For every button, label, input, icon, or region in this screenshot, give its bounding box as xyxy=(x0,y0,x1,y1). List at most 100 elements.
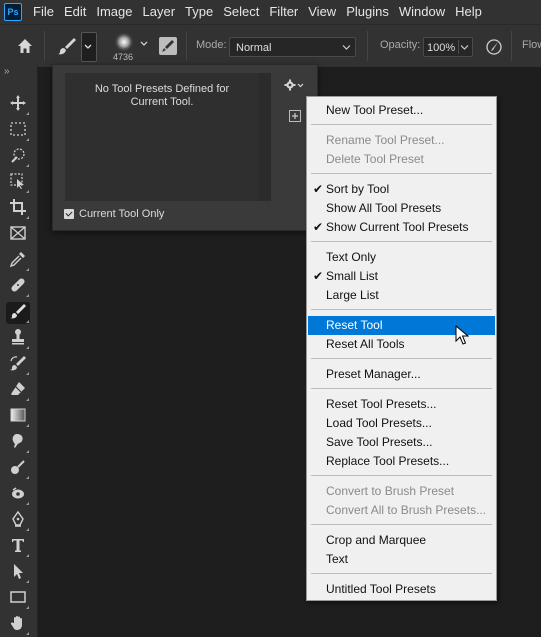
current-tool-only-label: Current Tool Only xyxy=(79,208,165,220)
rectangle-icon xyxy=(10,591,26,603)
presets-scrollbar[interactable] xyxy=(259,73,271,201)
options-bar: 4736 Mode: Normal Opacity: 100% Flow xyxy=(0,24,541,67)
eraser-tool[interactable] xyxy=(6,380,30,402)
tool-presets-context-menu: New Tool Preset... Rename Tool Preset...… xyxy=(306,96,497,601)
menu-filter[interactable]: Filter xyxy=(264,0,303,24)
menu-plugins[interactable]: Plugins xyxy=(341,0,394,24)
menu-item-new-tool-preset[interactable]: New Tool Preset... xyxy=(308,101,495,120)
menu-item-show-all-tool-presets[interactable]: Show All Tool Presets xyxy=(308,199,495,218)
menu-item-large-list[interactable]: Large List xyxy=(308,286,495,305)
checkmark-icon: ✔ xyxy=(313,220,324,234)
menu-separator xyxy=(311,475,492,476)
chevron-down-icon[interactable] xyxy=(139,40,149,48)
menu-separator xyxy=(311,573,492,574)
menu-item-text-only[interactable]: Text Only xyxy=(308,248,495,267)
gradient-tool[interactable] xyxy=(6,406,30,428)
frame-icon xyxy=(10,226,26,240)
menu-bar: Ps File Edit Image Layer Type Select Fil… xyxy=(0,0,541,24)
menu-help[interactable]: Help xyxy=(450,0,487,24)
tool-preset-brush-icon[interactable] xyxy=(56,35,78,57)
tool-presets-panel: No Tool Presets Defined for Current Tool… xyxy=(52,64,318,231)
pen-icon xyxy=(12,510,24,527)
move-icon xyxy=(10,95,26,111)
quick-select-icon xyxy=(11,148,25,163)
gradient-icon xyxy=(10,408,26,422)
brush-tool[interactable] xyxy=(6,302,30,324)
collapse-panel-icon[interactable]: » xyxy=(4,66,10,77)
opacity-label: Opacity: xyxy=(380,39,421,51)
divider xyxy=(44,31,45,61)
menu-item-show-current-tool-presets[interactable]: ✔ Show Current Tool Presets xyxy=(308,218,495,237)
flow-label: Flow xyxy=(522,39,541,51)
frame-tool[interactable] xyxy=(6,224,30,246)
checkmark-icon: ✔ xyxy=(313,182,324,196)
new-preset-icon[interactable] xyxy=(289,110,301,122)
move-tool[interactable] xyxy=(6,94,30,116)
menu-edit[interactable]: Edit xyxy=(59,0,91,24)
menu-item-reset-tool-presets[interactable]: Reset Tool Presets... xyxy=(308,395,495,414)
healing-brush-icon xyxy=(11,278,25,292)
rectangle-tool[interactable] xyxy=(6,588,30,610)
menu-item-replace-tool-presets[interactable]: Replace Tool Presets... xyxy=(308,452,495,471)
smudge-tool[interactable] xyxy=(6,432,30,454)
hand-tool[interactable] xyxy=(6,614,30,636)
menu-item-rename-tool-preset: Rename Tool Preset... xyxy=(326,133,445,147)
menu-item-crop-and-marquee[interactable]: Crop and Marquee xyxy=(308,531,495,550)
pressure-opacity-icon[interactable] xyxy=(485,38,503,56)
menu-item-sort-by-tool[interactable]: ✔ Sort by Tool xyxy=(308,180,495,199)
panel-menu-button[interactable] xyxy=(283,77,305,93)
menu-separator xyxy=(311,309,492,310)
brush-tip-preview-icon[interactable] xyxy=(112,31,136,53)
presets-list[interactable]: No Tool Presets Defined for Current Tool… xyxy=(65,73,259,201)
healing-brush-tool[interactable] xyxy=(6,276,30,298)
menu-select[interactable]: Select xyxy=(218,0,264,24)
menu-separator xyxy=(311,524,492,525)
menu-view[interactable]: View xyxy=(303,0,341,24)
dodge-icon xyxy=(12,487,24,499)
eraser-icon xyxy=(11,382,25,395)
current-tool-only-toggle[interactable]: Current Tool Only xyxy=(64,208,164,220)
menu-separator xyxy=(311,388,492,389)
burn-tool[interactable] xyxy=(6,458,30,480)
photoshop-logo[interactable]: Ps xyxy=(4,3,22,21)
divider xyxy=(186,31,187,61)
menu-window[interactable]: Window xyxy=(394,0,450,24)
menu-separator xyxy=(311,124,492,125)
object-select-tool[interactable] xyxy=(6,172,30,194)
menu-item-load-tool-presets[interactable]: Load Tool Presets... xyxy=(308,414,495,433)
tools-panel: » xyxy=(0,66,38,637)
dodge-tool[interactable] xyxy=(6,484,30,506)
menu-layer[interactable]: Layer xyxy=(138,0,181,24)
divider xyxy=(367,31,368,61)
menu-item-untitled-tool-presets[interactable]: Untitled Tool Presets xyxy=(308,580,495,599)
path-select-tool[interactable] xyxy=(6,562,30,584)
marquee-tool[interactable] xyxy=(6,120,30,142)
menu-image[interactable]: Image xyxy=(91,0,137,24)
pen-tool[interactable] xyxy=(6,510,30,532)
stamp-tool[interactable] xyxy=(6,328,30,350)
menu-type[interactable]: Type xyxy=(180,0,218,24)
menu-item-convert-all-to-brush-presets: Convert All to Brush Presets... xyxy=(326,503,487,517)
mode-select[interactable]: Normal xyxy=(229,37,356,57)
mode-value: Normal xyxy=(236,42,272,54)
menu-item-small-list[interactable]: ✔ Small List xyxy=(308,267,495,286)
type-icon xyxy=(12,539,24,552)
opacity-input[interactable]: 100% xyxy=(423,37,473,57)
menu-item-text[interactable]: Text xyxy=(308,550,495,569)
tool-preset-dropdown[interactable] xyxy=(81,32,97,62)
history-brush-tool[interactable] xyxy=(6,354,30,376)
menu-separator xyxy=(311,241,492,242)
menu-item-preset-manager[interactable]: Preset Manager... xyxy=(308,365,495,384)
eyedropper-tool[interactable] xyxy=(6,250,30,272)
type-tool[interactable] xyxy=(6,536,30,558)
mode-label: Mode: xyxy=(196,39,227,51)
burn-icon xyxy=(11,460,25,474)
menu-item-save-tool-presets[interactable]: Save Tool Presets... xyxy=(308,433,495,452)
crop-tool[interactable] xyxy=(6,198,30,220)
brush-settings-toggle-icon[interactable] xyxy=(159,37,177,55)
opacity-value: 100% xyxy=(427,42,456,54)
home-icon[interactable] xyxy=(16,37,34,55)
current-tool-only-checkbox[interactable] xyxy=(64,209,74,219)
menu-file[interactable]: File xyxy=(28,0,59,24)
quick-select-tool[interactable] xyxy=(6,146,30,168)
